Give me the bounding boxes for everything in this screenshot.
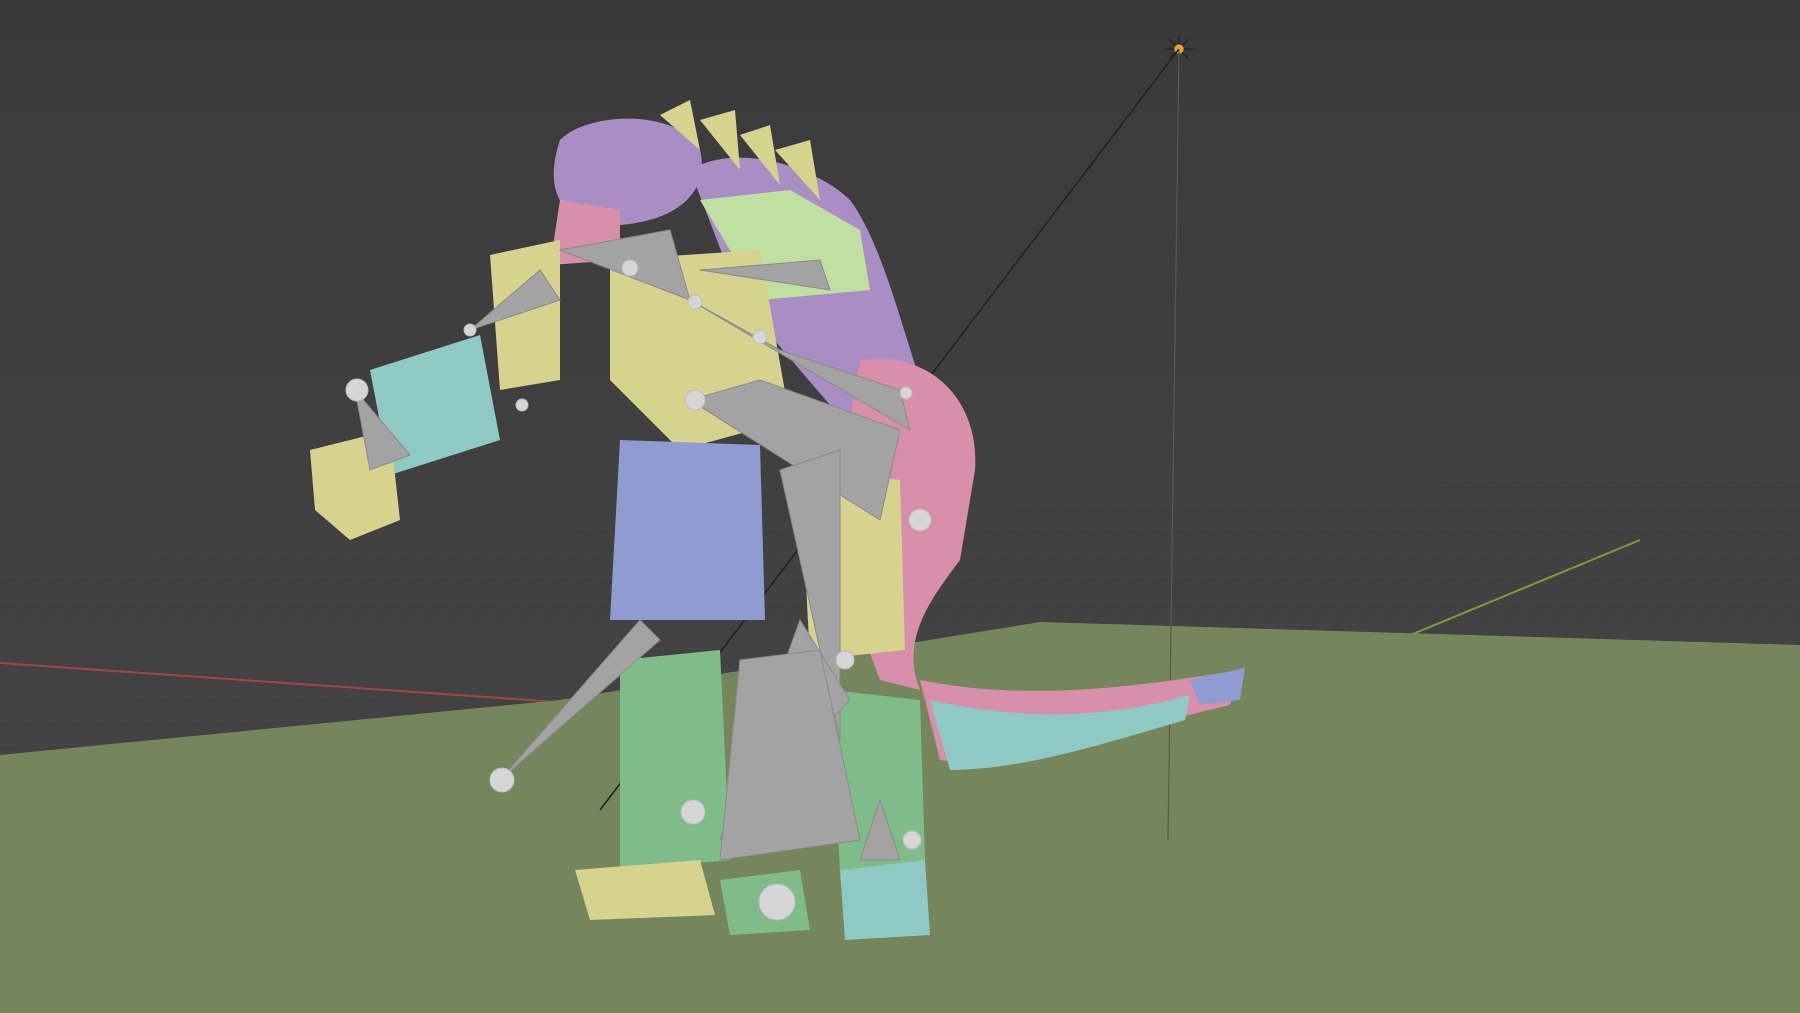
pelvis bbox=[610, 440, 765, 620]
viewport-canvas[interactable] bbox=[0, 0, 1800, 1013]
bone-joint bbox=[687, 294, 703, 310]
bone-joint bbox=[463, 323, 477, 337]
bone-joint bbox=[489, 767, 515, 793]
foot-right bbox=[840, 860, 930, 940]
bone-joint bbox=[835, 650, 855, 670]
leg-left bbox=[620, 650, 730, 870]
bone-joint bbox=[908, 508, 932, 532]
3d-viewport[interactable] bbox=[0, 0, 1800, 1013]
bone-joint bbox=[752, 329, 768, 345]
bone-joint bbox=[515, 398, 529, 412]
bone-joint bbox=[902, 830, 922, 850]
bone-joint bbox=[899, 386, 913, 400]
bone-joint bbox=[621, 259, 639, 277]
foot-left bbox=[575, 860, 715, 920]
bone-joint bbox=[345, 378, 369, 402]
bone-joint bbox=[758, 883, 796, 921]
bone-joint bbox=[684, 389, 706, 411]
bone-joint bbox=[680, 799, 706, 825]
